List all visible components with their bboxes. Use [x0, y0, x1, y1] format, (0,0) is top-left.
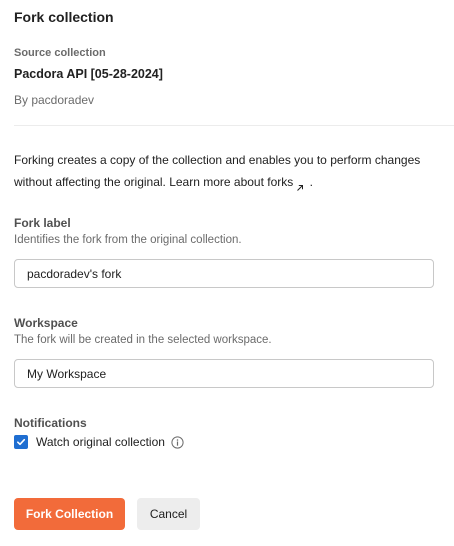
external-link-icon[interactable]: [295, 178, 305, 191]
cancel-button[interactable]: Cancel: [137, 498, 200, 530]
checkmark-icon: [17, 438, 26, 446]
source-collection-owner: By pacdoradev: [14, 93, 95, 107]
fork-collection-button[interactable]: Fork Collection: [14, 498, 125, 530]
fork-description-suffix: .: [306, 175, 313, 189]
fork-description: Forking creates a copy of the collection…: [14, 149, 444, 193]
source-collection-name: Pacdora API [05-28-2024]: [14, 67, 163, 81]
workspace-select[interactable]: [14, 359, 434, 388]
workspace-help: The fork will be created in the selected…: [14, 334, 272, 346]
workspace-heading: Workspace: [14, 316, 78, 330]
info-icon[interactable]: [171, 435, 184, 449]
notifications-heading: Notifications: [14, 416, 87, 430]
fork-label-help: Identifies the fork from the original co…: [14, 234, 242, 246]
fork-label-heading: Fork label: [14, 216, 71, 230]
dialog-title: Fork collection: [14, 9, 114, 25]
fork-label-input[interactable]: [14, 259, 434, 288]
watch-original-checkbox[interactable]: [14, 435, 28, 449]
fork-description-text[interactable]: Forking creates a copy of the collection…: [14, 153, 420, 189]
source-collection-label: Source collection: [14, 47, 106, 59]
watch-original-label[interactable]: Watch original collection: [36, 434, 165, 450]
section-divider: [14, 125, 454, 126]
watch-original-row: Watch original collection: [14, 433, 184, 451]
